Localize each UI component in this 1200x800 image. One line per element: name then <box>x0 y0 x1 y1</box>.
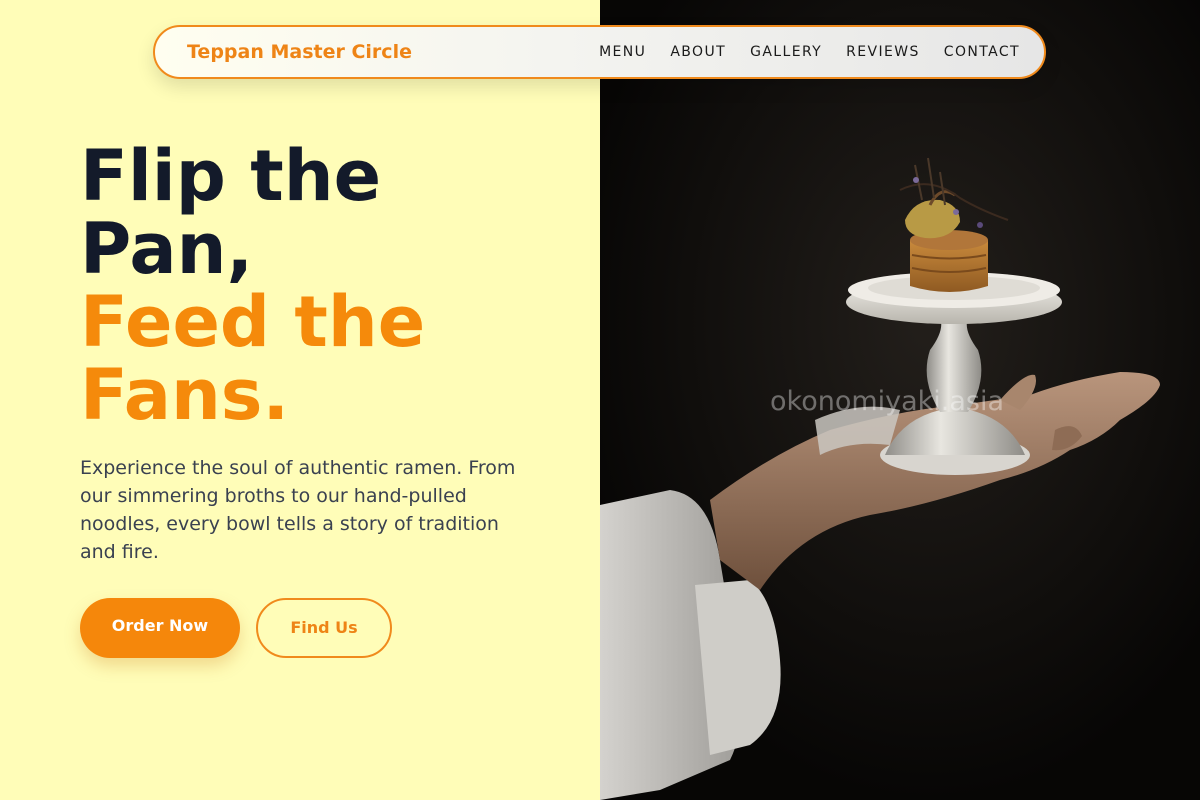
top-navigation-bar: Teppan Master Circle MENU ABOUT GALLERY … <box>153 25 1046 79</box>
nav-link-menu[interactable]: MENU <box>599 44 646 60</box>
find-us-button[interactable]: Find Us <box>256 598 392 658</box>
hero-headline-line-2: Pan, <box>80 208 254 290</box>
nav-links: MENU ABOUT GALLERY REVIEWS CONTACT <box>599 44 1020 60</box>
hero-description: Experience the soul of authentic ramen. … <box>80 457 516 563</box>
brand-logo-text[interactable]: Teppan Master Circle <box>187 41 412 63</box>
nav-link-about[interactable]: ABOUT <box>670 44 726 60</box>
watermark-text: okonomiyaki.asia <box>770 386 1005 417</box>
nav-link-reviews[interactable]: REVIEWS <box>846 44 920 60</box>
order-now-button[interactable]: Order Now <box>80 598 240 658</box>
hero-headline-accent-line-2: Fans. <box>80 354 290 436</box>
hero-headline: Flip the Pan, Feed the Fans. <box>80 140 560 432</box>
hero-headline-line-1: Flip the <box>80 135 382 217</box>
nav-link-gallery[interactable]: GALLERY <box>750 44 822 60</box>
nav-link-contact[interactable]: CONTACT <box>944 44 1020 60</box>
hero-headline-accent-line-1: Feed the <box>80 281 426 363</box>
